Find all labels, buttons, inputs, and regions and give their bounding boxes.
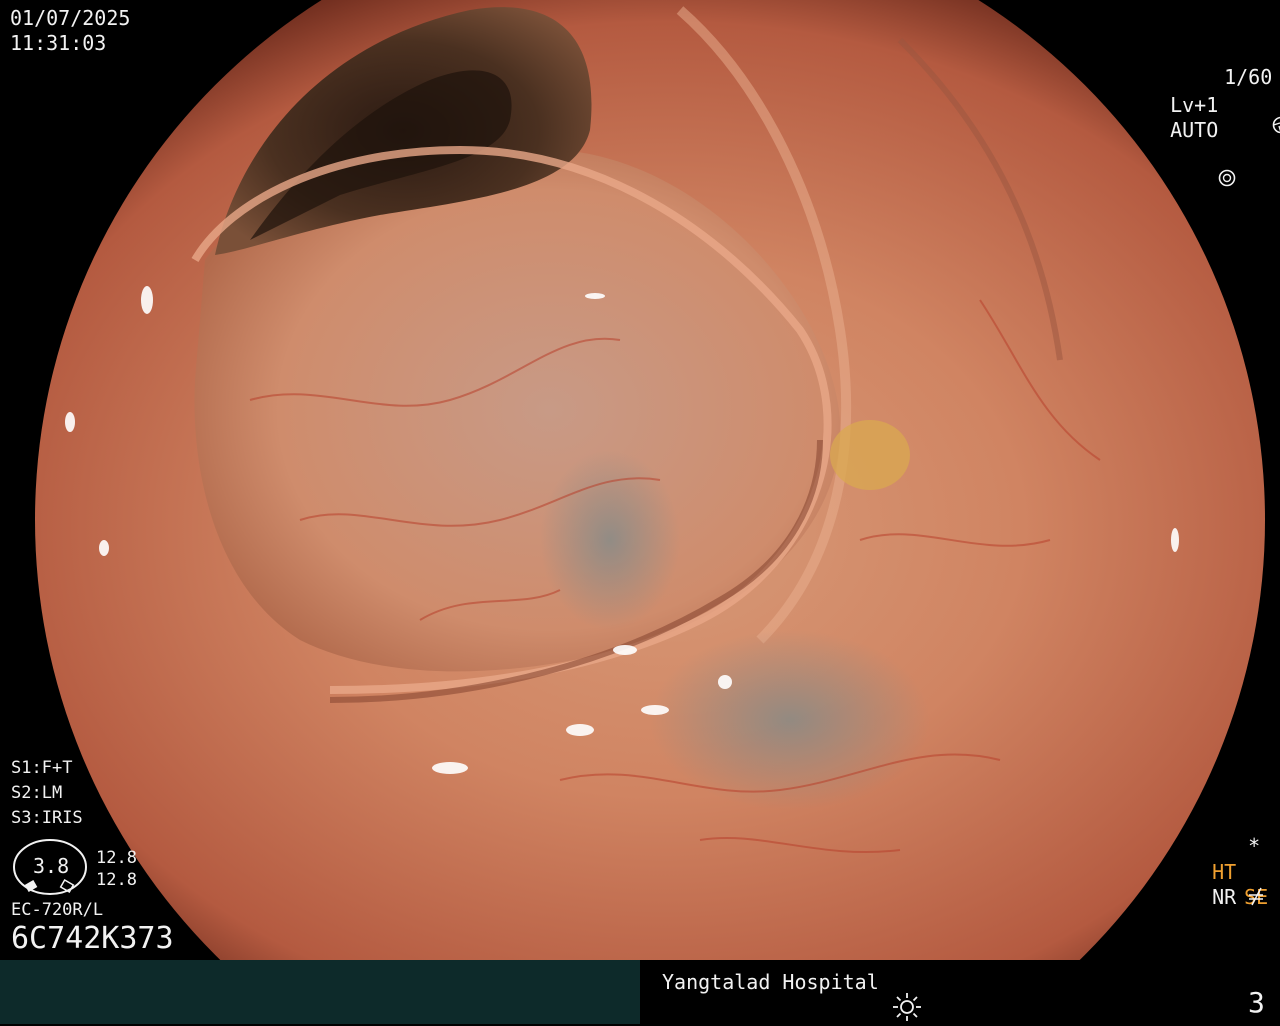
level-value: Lv+1	[1170, 93, 1219, 117]
gauge-top-value: 12.8	[96, 848, 137, 868]
iris-icon	[1170, 143, 1236, 218]
scope-serial: 6C742K373	[11, 921, 174, 956]
s3-setting: S3:IRIS	[11, 808, 83, 829]
footer-left-panel	[0, 960, 640, 1024]
s2-value: LM	[41, 783, 63, 803]
filter-icon	[1246, 886, 1266, 910]
hospital-name: Yangtalad Hospital	[662, 970, 879, 994]
level-mode-label: Lv+1 AUTO	[1146, 68, 1236, 218]
gauge-bottom-value: 12.8	[96, 870, 137, 890]
star-label: *	[1248, 834, 1261, 858]
date-label: 01/07/2025	[10, 6, 131, 30]
page-number: 3	[1248, 986, 1265, 1019]
gauge-value: 3.8	[33, 854, 70, 878]
s1-setting: S1:F+T	[11, 758, 72, 779]
endoscopy-image	[35, 0, 1265, 960]
footer-bar: Yangtalad Hospital 3	[0, 960, 1280, 1024]
time-label: 11:31:03	[10, 31, 107, 55]
sun-icon	[892, 992, 922, 1026]
footer-right-panel: Yangtalad Hospital 3	[640, 960, 1280, 1024]
endoscopy-view	[0, 0, 1280, 960]
s3-value: IRIS	[41, 808, 83, 828]
s1-value: F+T	[41, 758, 73, 778]
s2-setting: S2:LM	[11, 783, 62, 804]
mode-value: AUTO	[1170, 118, 1219, 142]
scope-model: EC-720R/L	[11, 900, 104, 920]
s3-label: S3:	[11, 808, 42, 828]
s1-label: S1:	[11, 758, 42, 778]
s2-label: S2:	[11, 783, 42, 803]
